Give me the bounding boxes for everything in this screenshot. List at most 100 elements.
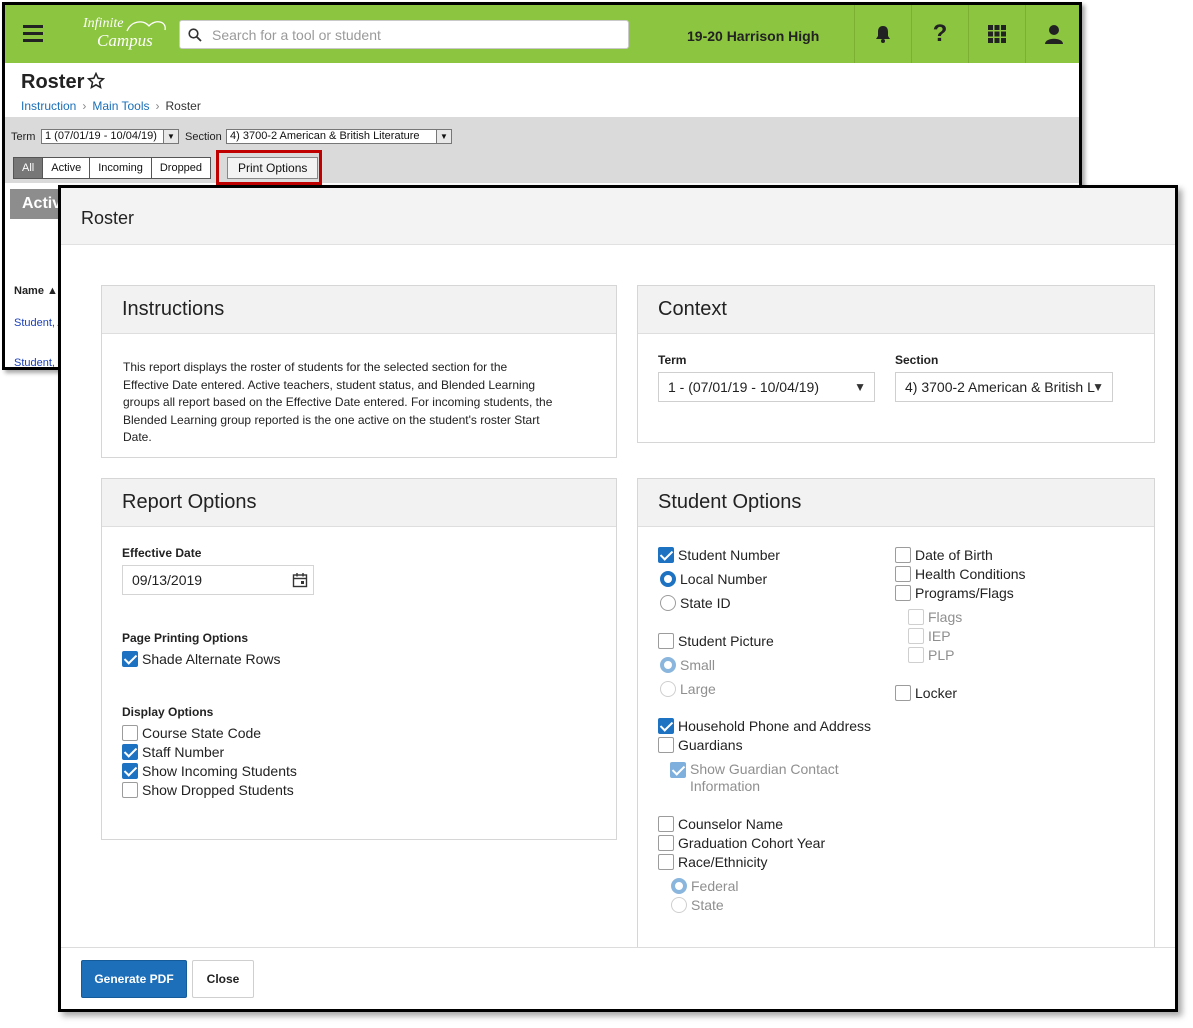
guardian-contact-checkbox[interactable] — [670, 762, 686, 778]
local-number-radio[interactable] — [660, 571, 676, 587]
breadcrumb: Instruction › Main Tools › Roster — [21, 99, 201, 113]
race-state-option[interactable]: State — [671, 897, 724, 913]
programs-flags-option[interactable]: Programs/Flags — [895, 585, 1014, 601]
grad-cohort-option[interactable]: Graduation Cohort Year — [658, 835, 825, 851]
flags-option[interactable]: Flags — [908, 609, 962, 625]
race-state-radio[interactable] — [671, 897, 687, 913]
modal-footer: Generate PDF Close — [61, 947, 1175, 1009]
dropdown-arrow-icon: ▼ — [1092, 380, 1104, 394]
section-select[interactable]: 4) 3700-2 American & British Literature ▼ — [226, 129, 452, 144]
staff-number-checkbox[interactable] — [122, 744, 138, 760]
breadcrumb-roster: Roster — [165, 99, 201, 113]
household-option[interactable]: Household Phone and Address — [658, 718, 871, 734]
health-checkbox[interactable] — [895, 566, 911, 582]
plp-option[interactable]: PLP — [908, 647, 954, 663]
school-name[interactable]: 19-20 Harrison High — [687, 28, 819, 44]
plp-checkbox[interactable] — [908, 647, 924, 663]
programs-flags-checkbox[interactable] — [895, 585, 911, 601]
report-options-heading: Report Options — [102, 479, 616, 527]
student-picture-checkbox[interactable] — [658, 633, 674, 649]
breadcrumb-main-tools[interactable]: Main Tools — [92, 99, 149, 113]
menu-icon[interactable] — [13, 17, 53, 51]
search-box[interactable] — [179, 20, 629, 49]
picture-small-radio[interactable] — [660, 657, 676, 673]
iep-option[interactable]: IEP — [908, 628, 951, 644]
state-id-option[interactable]: State ID — [660, 595, 731, 611]
bell-icon[interactable] — [854, 5, 911, 63]
modal-title: Roster — [81, 208, 135, 228]
context-section-label: Section — [895, 353, 939, 367]
race-ethnicity-option[interactable]: Race/Ethnicity — [658, 854, 767, 870]
counselor-checkbox[interactable] — [658, 816, 674, 832]
close-button[interactable]: Close — [192, 960, 254, 998]
flags-checkbox[interactable] — [908, 609, 924, 625]
student-number-option[interactable]: Student Number — [658, 547, 780, 563]
brand-logo: Infinite Campus — [77, 15, 173, 55]
show-dropped-checkbox[interactable] — [122, 782, 138, 798]
section-label: Section — [185, 131, 222, 143]
guardian-contact-option[interactable]: Show Guardian Contact Information — [670, 761, 839, 795]
student-picture-option[interactable]: Student Picture — [658, 633, 774, 649]
instructions-heading: Instructions — [102, 286, 616, 334]
locker-option[interactable]: Locker — [895, 685, 957, 701]
context-term-select[interactable]: 1 - (07/01/19 - 10/04/19) ▼ — [658, 372, 875, 402]
picture-large-option[interactable]: Large — [660, 681, 716, 697]
top-bar: Infinite Campus 19-20 Harrison High ? — [5, 5, 1079, 63]
staff-number-option[interactable]: Staff Number — [122, 744, 224, 760]
term-label: Term — [11, 131, 36, 143]
tab-active[interactable]: Active — [42, 157, 91, 179]
chevron-down-icon: ▼ — [163, 130, 178, 143]
filter-bar: Term 1 (07/01/19 - 10/04/19) ▼ Section 4)… — [5, 117, 1079, 183]
display-options-label: Display Options — [122, 705, 214, 719]
term-select[interactable]: 1 (07/01/19 - 10/04/19) ▼ — [41, 129, 179, 144]
counselor-option[interactable]: Counselor Name — [658, 816, 783, 832]
shade-rows-option[interactable]: Shade Alternate Rows — [122, 651, 281, 667]
dropdown-arrow-icon: ▼ — [854, 380, 866, 394]
race-federal-radio[interactable] — [671, 878, 687, 894]
favorite-star-icon[interactable] — [87, 72, 105, 90]
show-dropped-option[interactable]: Show Dropped Students — [122, 782, 294, 798]
shade-rows-checkbox[interactable] — [122, 651, 138, 667]
effective-date-input[interactable]: 09/13/2019 — [122, 565, 314, 595]
breadcrumb-instruction[interactable]: Instruction — [21, 99, 76, 113]
tab-all[interactable]: All — [13, 157, 44, 179]
context-section-select[interactable]: 4) 3700-2 American & British L ▼ — [895, 372, 1113, 402]
context-panel: Context Term 1 - (07/01/19 - 10/04/19) ▼ … — [637, 285, 1155, 443]
search-input[interactable] — [210, 24, 610, 46]
locker-checkbox[interactable] — [895, 685, 911, 701]
student-options-panel: Student Options Student Number Local Num… — [637, 478, 1155, 978]
course-state-code-checkbox[interactable] — [122, 725, 138, 741]
student-number-checkbox[interactable] — [658, 547, 674, 563]
page-printing-label: Page Printing Options — [122, 631, 249, 645]
race-federal-option[interactable]: Federal — [671, 878, 738, 894]
state-id-radio[interactable] — [660, 595, 676, 611]
tab-incoming[interactable]: Incoming — [89, 157, 152, 179]
dob-option[interactable]: Date of Birth — [895, 547, 993, 563]
show-incoming-option[interactable]: Show Incoming Students — [122, 763, 297, 779]
report-options-panel: Report Options Effective Date 09/13/2019… — [101, 478, 617, 840]
local-number-option[interactable]: Local Number — [660, 571, 767, 587]
dob-checkbox[interactable] — [895, 547, 911, 563]
race-ethnicity-checkbox[interactable] — [658, 854, 674, 870]
apps-grid-icon[interactable] — [968, 5, 1025, 63]
calendar-icon[interactable] — [292, 572, 308, 588]
iep-checkbox[interactable] — [908, 628, 924, 644]
grad-cohort-checkbox[interactable] — [658, 835, 674, 851]
household-checkbox[interactable] — [658, 718, 674, 734]
search-icon — [188, 28, 202, 42]
show-incoming-checkbox[interactable] — [122, 763, 138, 779]
instructions-panel: Instructions This report displays the ro… — [101, 285, 617, 458]
course-state-code-option[interactable]: Course State Code — [122, 725, 261, 741]
help-icon[interactable]: ? — [911, 5, 968, 63]
tab-dropped[interactable]: Dropped — [150, 157, 212, 179]
guardians-checkbox[interactable] — [658, 737, 674, 753]
page-title: Roster — [21, 71, 85, 93]
picture-large-radio[interactable] — [660, 681, 676, 697]
roster-tabs: All Active Incoming Dropped — [13, 157, 212, 179]
picture-small-option[interactable]: Small — [660, 657, 715, 673]
generate-pdf-button[interactable]: Generate PDF — [81, 960, 187, 998]
health-option[interactable]: Health Conditions — [895, 566, 1026, 582]
guardians-option[interactable]: Guardians — [658, 737, 743, 753]
name-column-header[interactable]: Name ▲ — [14, 285, 58, 297]
user-icon[interactable] — [1025, 5, 1079, 63]
